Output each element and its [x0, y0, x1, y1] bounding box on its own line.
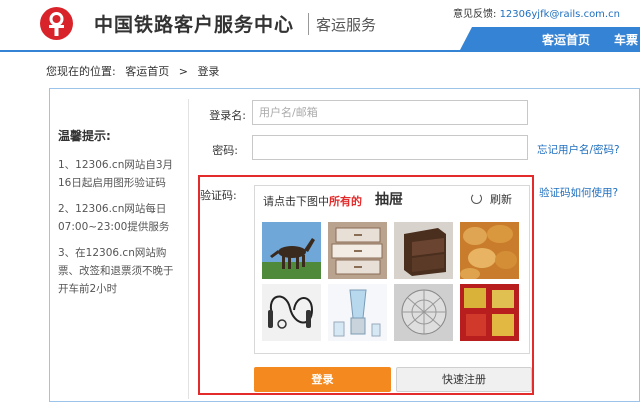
- tips-title: 温馨提示:: [58, 129, 111, 143]
- nav-ticket[interactable]: 车票: [614, 31, 638, 48]
- refresh-button[interactable]: 刷新: [471, 191, 512, 207]
- captcha-tile-jump-rope[interactable]: [262, 284, 321, 341]
- captcha-prompt-text: 请点击下图中: [263, 195, 329, 208]
- captcha-tile-red-wall[interactable]: [460, 284, 519, 341]
- nav-home[interactable]: 客运首页: [542, 31, 590, 48]
- panel-divider: [188, 99, 189, 399]
- captcha-prompt: 请点击下图中所有的: [263, 193, 362, 209]
- captcha-help-link[interactable]: 验证码如何使用?: [539, 185, 618, 200]
- captcha-tile-cabinet[interactable]: [394, 222, 453, 279]
- password-input[interactable]: [252, 135, 528, 160]
- feedback: 意见反馈: 12306yjfk@rails.com.cn: [453, 5, 620, 20]
- forgot-password-link[interactable]: 忘记用户名/密码?: [537, 142, 620, 157]
- main-nav: 客运首页 车票: [460, 27, 640, 50]
- site-subtitle: 客运服务: [316, 16, 377, 34]
- tips-section: 温馨提示: 1、12306.cn网站自3月16日起启用图形验证码 2、12306…: [58, 127, 183, 306]
- captcha-prompt-highlight: 所有的: [329, 195, 362, 208]
- captcha-tile-horse[interactable]: [262, 222, 321, 279]
- breadcrumb-prefix: 您现在的位置:: [46, 65, 116, 78]
- username-label: 登录名:: [209, 109, 246, 122]
- captcha-image-panel: 请点击下图中所有的 抽屉 刷新: [254, 185, 530, 354]
- login-panel: 温馨提示: 1、12306.cn网站自3月16日起启用图形验证码 2、12306…: [49, 88, 640, 402]
- breadcrumb: 您现在的位置: 客运首页 > 登录: [46, 63, 225, 79]
- railway-logo-icon[interactable]: [40, 7, 73, 40]
- captcha-tile-potatoes[interactable]: [460, 222, 519, 279]
- tip-item: 2、12306.cn网站每日07:00~23:00提供服务: [58, 203, 170, 233]
- breadcrumb-current: 登录: [197, 65, 220, 78]
- captcha-tile-wire-mesh[interactable]: [394, 284, 453, 341]
- quick-register-button[interactable]: 快速注册: [396, 367, 532, 392]
- tip-item: 3、在12306.cn网站购票、改签和退票须不晚于开车前2小时: [58, 247, 174, 295]
- breadcrumb-home[interactable]: 客运首页: [125, 65, 169, 78]
- breadcrumb-separator: >: [178, 65, 188, 78]
- captcha-tile-drawers[interactable]: [328, 222, 387, 279]
- feedback-email-link[interactable]: 12306yjfk@rails.com.cn: [500, 9, 620, 20]
- password-label: 密码:: [212, 144, 238, 157]
- refresh-label: 刷新: [490, 193, 512, 206]
- feedback-label: 意见反馈:: [453, 9, 497, 20]
- header-divider: [308, 13, 309, 35]
- site-name: 中国铁路客户服务中心: [94, 14, 295, 36]
- username-input[interactable]: [252, 100, 528, 125]
- captcha-target-word: 抽屉: [375, 192, 403, 208]
- captcha-box: 请点击下图中所有的 抽屉 刷新 登录 快速注册: [198, 175, 534, 395]
- header-divider-line: [0, 50, 640, 52]
- site-header: 中国铁路客户服务中心 客运服务 意见反馈: 12306yjfk@rails.co…: [0, 0, 640, 52]
- captcha-tile-blender[interactable]: [328, 284, 387, 341]
- login-button[interactable]: 登录: [254, 367, 391, 392]
- tip-item: 1、12306.cn网站自3月16日起启用图形验证码: [58, 159, 174, 189]
- refresh-icon: [471, 193, 482, 204]
